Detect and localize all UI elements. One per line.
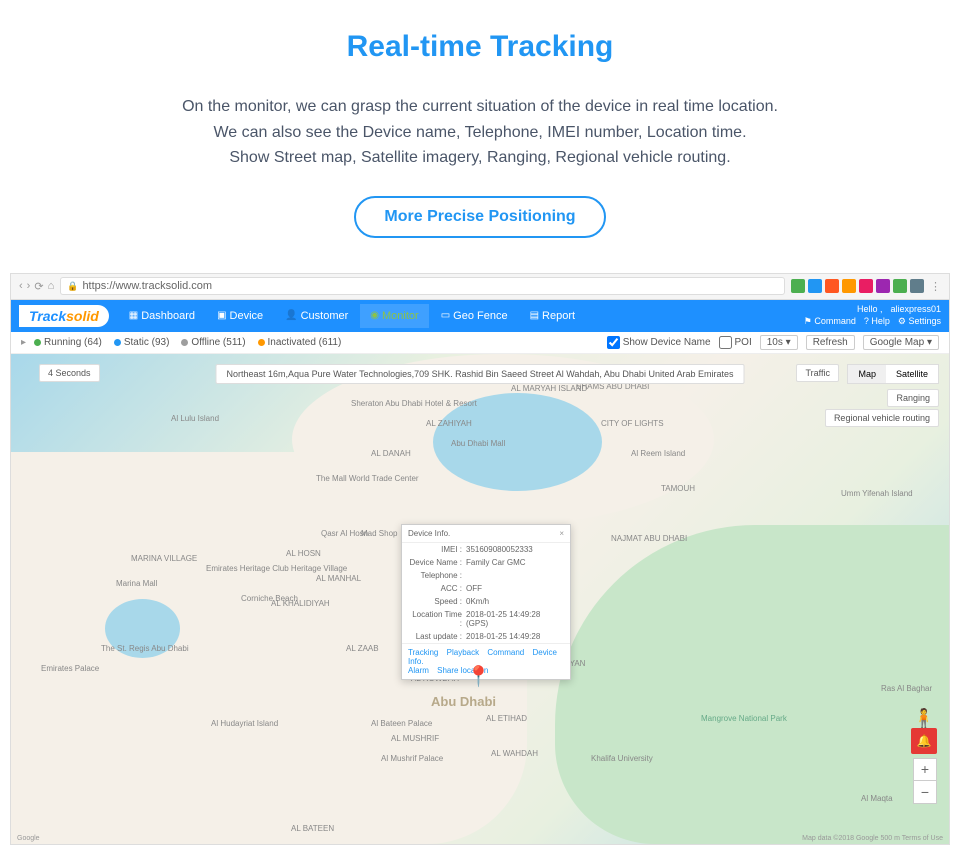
- browser-toolbar: ‹ › ⟳ ⌂ 🔒 https://www.tracksolid.com ⋮: [11, 274, 949, 300]
- status-static[interactable]: Static (93): [114, 337, 170, 348]
- seconds-chip[interactable]: 4 Seconds: [39, 364, 100, 382]
- show-device-checkbox[interactable]: Show Device Name: [607, 336, 711, 349]
- poi-checkbox[interactable]: POI: [719, 336, 752, 349]
- ext-icon[interactable]: [825, 279, 839, 293]
- reload-icon[interactable]: ⟳: [34, 280, 43, 293]
- home-icon[interactable]: ⌂: [48, 280, 55, 293]
- user-greeting: Hello ,: [857, 304, 883, 314]
- zoom-control: + −: [913, 758, 937, 804]
- map-canvas[interactable]: Abu Dhabi MARINA VILLAGE Emirates Palace…: [11, 354, 949, 844]
- menu-icon[interactable]: ⋮: [930, 280, 941, 293]
- browser-window: ‹ › ⟳ ⌂ 🔒 https://www.tracksolid.com ⋮ T…: [10, 273, 950, 845]
- cta-button[interactable]: More Precise Positioning: [354, 196, 605, 238]
- ext-icon[interactable]: [910, 279, 924, 293]
- command-link[interactable]: ⚑ Command: [804, 316, 856, 327]
- settings-link[interactable]: ⚙ Settings: [898, 316, 941, 327]
- url-bar[interactable]: 🔒 https://www.tracksolid.com: [60, 277, 785, 295]
- map-attribution: Map data ©2018 Google 500 m Terms of Use: [802, 835, 943, 842]
- lock-icon: 🔒: [67, 281, 78, 292]
- zoom-out-icon[interactable]: −: [914, 781, 936, 803]
- nav-dashboard[interactable]: ▦Dashboard: [119, 304, 205, 328]
- last-update-value: 2018-01-25 14:49:28: [466, 632, 564, 641]
- nav-geofence[interactable]: ▭Geo Fence: [431, 304, 518, 328]
- device-icon: ▣: [217, 310, 226, 321]
- help-link[interactable]: ? Help: [864, 316, 890, 327]
- dashboard-icon: ▦: [129, 310, 138, 321]
- map-attribution: Google: [17, 835, 40, 842]
- device-info-popup: Device Info.× IMEI :351609080052333 Devi…: [401, 524, 571, 680]
- ext-icon[interactable]: [808, 279, 822, 293]
- sidebar-toggle-icon[interactable]: ▸: [21, 337, 26, 348]
- map-type-satellite[interactable]: Satellite: [886, 365, 938, 383]
- pegman-icon[interactable]: 🧍: [913, 708, 935, 729]
- alert-icon[interactable]: 🔔: [911, 728, 937, 754]
- hero-description: On the monitor, we can grasp the current…: [40, 94, 920, 171]
- interval-select[interactable]: 10s ▾: [760, 335, 798, 350]
- address-bar: Northeast 16m,Aqua Pure Water Technologi…: [216, 364, 745, 384]
- status-running[interactable]: Running (64): [34, 337, 102, 348]
- map-source-select[interactable]: Google Map ▾: [863, 335, 939, 350]
- map-type-toggle: Map Satellite: [847, 364, 939, 384]
- traffic-chip[interactable]: Traffic: [796, 364, 839, 382]
- status-inactivated[interactable]: Inactivated (611): [258, 337, 342, 348]
- status-offline[interactable]: Offline (511): [181, 337, 245, 348]
- location-time-value: 2018-01-25 14:49:28 (GPS): [466, 610, 564, 628]
- ext-icon[interactable]: [859, 279, 873, 293]
- acc-value: OFF: [466, 584, 564, 593]
- extensions: [791, 279, 924, 293]
- map-type-map[interactable]: Map: [848, 365, 886, 383]
- tracking-link[interactable]: Tracking: [408, 648, 438, 657]
- device-marker-icon[interactable]: 📍: [466, 664, 491, 689]
- nav-monitor[interactable]: ◉Monitor: [360, 304, 428, 328]
- report-icon: ▤: [530, 310, 539, 321]
- hero-title: Real-time Tracking: [40, 30, 920, 64]
- zoom-in-icon[interactable]: +: [914, 759, 936, 781]
- user-name[interactable]: aliexpress01: [890, 304, 941, 314]
- speed-value: 0Km/h: [466, 597, 564, 606]
- ext-icon[interactable]: [842, 279, 856, 293]
- routing-chip[interactable]: Regional vehicle routing: [825, 409, 939, 427]
- ranging-chip[interactable]: Ranging: [887, 389, 939, 407]
- customer-icon: 👤: [285, 310, 297, 321]
- ext-icon[interactable]: [876, 279, 890, 293]
- playback-link[interactable]: Playback: [447, 648, 479, 657]
- geofence-icon: ▭: [441, 310, 450, 321]
- telephone-value: [466, 571, 564, 580]
- status-bar: ▸ Running (64) Static (93) Offline (511)…: [11, 332, 949, 354]
- close-icon[interactable]: ×: [559, 529, 564, 538]
- device-name-value: Family Car GMC: [466, 558, 564, 567]
- app-nav: Tracksolid ▦Dashboard ▣Device 👤Customer …: [11, 300, 949, 332]
- command-link[interactable]: Command: [487, 648, 524, 657]
- alarm-link[interactable]: Alarm: [408, 666, 429, 675]
- ext-icon[interactable]: [791, 279, 805, 293]
- logo[interactable]: Tracksolid: [19, 305, 109, 327]
- nav-customer[interactable]: 👤Customer: [275, 304, 358, 328]
- nav-device[interactable]: ▣Device: [207, 304, 273, 328]
- forward-icon[interactable]: ›: [27, 280, 31, 293]
- nav-report[interactable]: ▤Report: [520, 304, 585, 328]
- back-icon[interactable]: ‹: [19, 280, 23, 293]
- refresh-button[interactable]: Refresh: [806, 335, 855, 350]
- monitor-icon: ◉: [370, 310, 379, 321]
- ext-icon[interactable]: [893, 279, 907, 293]
- url-text: https://www.tracksolid.com: [82, 280, 212, 292]
- imei-value: 351609080052333: [466, 545, 564, 554]
- popup-title: Device Info.: [408, 529, 450, 538]
